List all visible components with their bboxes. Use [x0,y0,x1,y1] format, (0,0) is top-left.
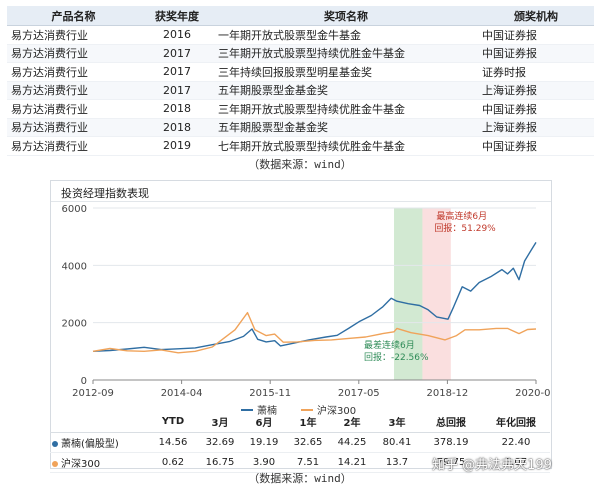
table-row: 易方达消费行业 2018 五年期股票型金基金奖 上海证券报 [7,118,594,137]
product-name-cell: 易方达消费行业 [7,99,140,119]
perf-value-cell: 44.25 [330,432,374,453]
table-row: 易方达消费行业 2017 五年期股票型金基金奖 上海证券报 [7,81,594,100]
award-name-cell: 五年期股票型金基金奖 [214,81,478,100]
x-tick-label: 2017-05 [338,388,380,399]
best-6m-value: 回报：51.29% [434,222,496,234]
best-6m-label: 最高连续6月 [436,210,487,222]
perf-value-cell: 22.40 [482,432,550,453]
series-line-index [92,311,537,354]
header-award-name: 奖项名称 [214,6,478,26]
worst-6m-label: 最差连续6月 [364,339,415,351]
series-line-manager [92,242,537,352]
award-org-cell: 中国证券报 [478,136,594,156]
perf-header-cell: 2年 [330,410,374,433]
award-year-cell: 2016 [140,25,214,45]
award-name-cell: 三年持续回报股票型明星基金奖 [214,62,478,82]
performance-line-chart: 0 2000 4000 6000 2012-09 2014-04 2015-11 2017-0… [62,204,551,417]
award-org-cell: 中国证券报 [478,44,594,63]
perf-header-cell: 3月 [198,410,242,433]
series-dot-icon [52,441,58,447]
award-year-cell: 2018 [140,118,214,137]
award-org-cell: 中国证券报 [478,99,594,119]
y-tick-label: 2000 [62,319,87,330]
award-year-cell: 2017 [140,44,214,63]
table-row: 易方达消费行业 2017 三年持续回报股票型明星基金奖 证券时报 [7,62,594,82]
perf-header-cell: 6月 [242,410,286,433]
award-org-cell: 证券时报 [478,62,594,82]
table-row: 易方达消费行业 2017 三年期开放式股票型持续优胜金牛基金 中国证券报 [7,44,594,63]
perf-series-label: 沪深300 [61,459,101,470]
perf-header-cell: YTD [148,410,198,433]
y-tick-label: 4000 [62,261,87,272]
y-tick-label: 0 [81,376,87,387]
perf-series-name: 萧楠(偏股型) [50,432,148,453]
award-year-cell: 2018 [140,99,214,119]
product-name-cell: 易方达消费行业 [7,118,140,137]
perf-header-row: YTD 3月 6月 1年 2年 3年 总回报 年化回报 [50,410,550,433]
perf-value-cell: 14.56 [148,432,198,453]
perf-header-cell: 总回报 [420,410,482,433]
award-name-cell: 三年期开放式股票型持续优胜金牛基金 [214,99,478,119]
table-row: 易方达消费行业 2018 三年期开放式股票型持续优胜金牛基金 中国证券报 [7,99,594,119]
x-tick-label: 2018-12 [427,388,469,399]
product-name-cell: 易方达消费行业 [7,136,140,156]
product-name-cell: 易方达消费行业 [7,25,140,45]
worst-6m-value: 回报：-22.56% [364,351,429,363]
header-award-year: 获奖年度 [140,6,214,26]
x-tick-label: 2014-04 [161,388,203,399]
product-name-cell: 易方达消费行业 [7,44,140,63]
award-name-cell: 七年期开放式股票型持续优胜金牛基金 [214,136,478,156]
award-year-cell: 2019 [140,136,214,156]
x-tick-label: 2012-09 [72,388,114,399]
perf-header-cell: 1年 [286,410,330,433]
award-year-cell: 2017 [140,62,214,82]
product-name-cell: 易方达消费行业 [7,62,140,82]
perf-value-cell: 32.69 [198,432,242,453]
x-tick-label: 2020-06 [515,388,551,399]
perf-header-cell [50,410,148,433]
perf-header-cell: 3年 [374,410,420,433]
series-dot-icon [52,461,58,467]
perf-header-cell: 年化回报 [482,410,550,433]
award-org-cell: 上海证券报 [478,81,594,100]
watermark: 知乎 @弗法弗天199 [432,458,552,473]
award-org-cell: 中国证券报 [478,25,594,45]
header-award-org: 颁奖机构 [478,6,594,26]
perf-value-cell: 32.65 [286,432,330,453]
table-row: 易方达消费行业 2016 一年期开放式股票型金牛基金 中国证券报 [7,25,594,45]
award-name-cell: 一年期开放式股票型金牛基金 [214,25,478,45]
awards-header-row: 产品名称 获奖年度 奖项名称 颁奖机构 [7,6,594,26]
panel-title: 投资经理指数表现 [61,187,149,200]
perf-value-cell: 80.41 [374,432,420,453]
header-product-name: 产品名称 [7,6,140,26]
table-row: 易方达消费行业 2019 七年期开放式股票型持续优胜金牛基金 中国证券报 [7,136,594,156]
y-tick-label: 6000 [62,204,87,215]
perf-row: 萧楠(偏股型) 14.56 32.69 19.19 32.65 44.25 80.41 378… [50,432,550,453]
perf-value-cell: 19.19 [242,432,286,453]
award-name-cell: 三年期开放式股票型持续优胜金牛基金 [214,44,478,63]
x-tick-label: 2015-11 [249,388,291,399]
product-name-cell: 易方达消费行业 [7,81,140,100]
award-year-cell: 2017 [140,81,214,100]
awards-table: 产品名称 获奖年度 奖项名称 颁奖机构 易方达消费行业 2016 一年期开放式股票型… [7,6,594,156]
source-note: （数据来源：wind） [248,158,352,171]
award-org-cell: 上海证券报 [478,118,594,137]
perf-series-label: 萧楠(偏股型) [61,439,119,450]
award-name-cell: 五年期股票型金基金奖 [214,118,478,137]
perf-value-cell: 378.19 [420,432,482,453]
